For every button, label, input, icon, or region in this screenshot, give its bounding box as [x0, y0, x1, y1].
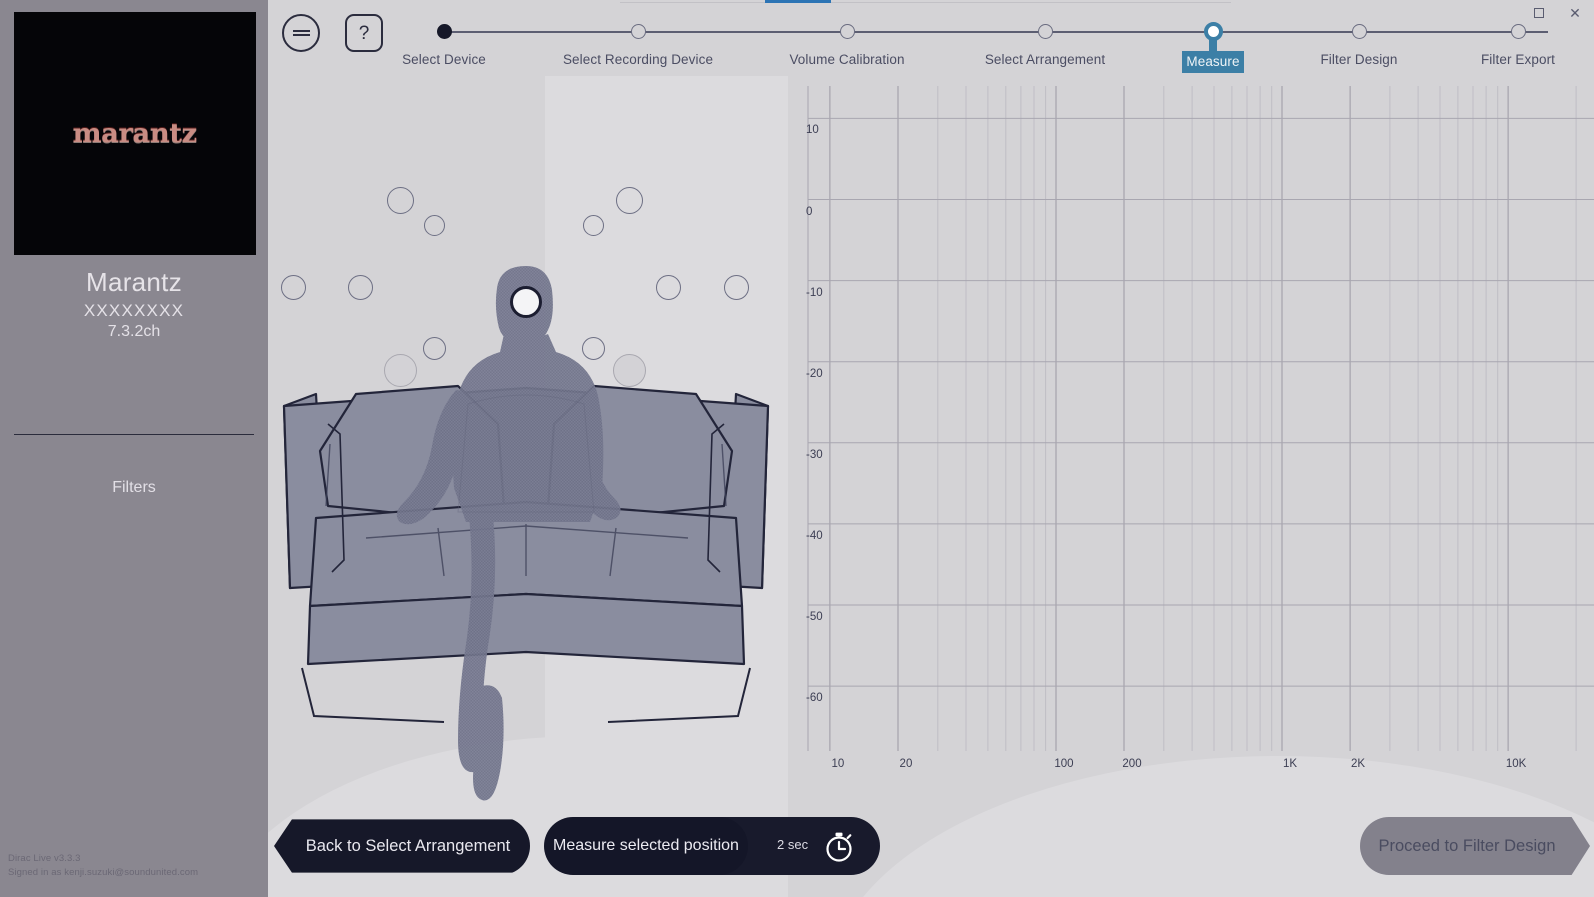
plot-gridlines	[807, 86, 1594, 751]
back-to-select-arrangement-button[interactable]: Back to Select Arrangement	[274, 819, 530, 873]
step-dot	[1510, 24, 1526, 39]
dirac-live-window: marantz Marantz XXXXXXXX 7.3.2ch Filters…	[0, 0, 1594, 897]
measure-control-group: 2 sec Measure selected position	[544, 817, 880, 875]
y-axis-tick-label: 10	[806, 124, 819, 137]
signed-in-account: Signed in as kenji.suzuki@soundunited.co…	[8, 867, 199, 879]
mic-right-sofa-1[interactable]	[612, 353, 646, 387]
x-axis-tick-label: 20	[899, 758, 913, 770]
step-label: Volume Calibration	[789, 52, 905, 67]
device-model: XXXXXXXX	[83, 300, 185, 320]
bottombar: Back to Select Arrangement 2 sec Measure…	[268, 805, 1594, 897]
workflow-stepper: Select Device Select Recording Device Volu…	[398, 0, 1594, 76]
mic-left-sofa-2[interactable]	[422, 336, 446, 360]
y-axis-tick-label: -60	[806, 692, 823, 705]
mic-left-sofa-1[interactable]	[383, 353, 417, 387]
mic-center-head[interactable]	[510, 286, 542, 318]
question-mark-icon: ?	[358, 22, 370, 44]
mic-left-mid-2[interactable]	[347, 274, 373, 300]
app-version: Dirac Live v3.3.3	[8, 852, 81, 864]
proceed-to-filter-design-button[interactable]: Proceed to Filter Design	[1360, 817, 1590, 875]
y-axis-tick-label: -30	[806, 448, 823, 461]
x-axis-tick-label: 2K	[1351, 758, 1366, 770]
y-axis-tick-label: -40	[806, 529, 823, 542]
step-label: Select Arrangement	[984, 52, 1106, 67]
step-label: Filter Export	[1480, 52, 1556, 67]
timer-delay-value: 2 sec	[777, 837, 809, 852]
topbar: ? Select Device Select Recording Device Vo…	[268, 0, 1594, 76]
sidebar: marantz Marantz XXXXXXXX 7.3.2ch Filters…	[0, 0, 268, 897]
step-dot	[1037, 24, 1053, 39]
step-dot	[1203, 22, 1223, 41]
sidebar-divider	[14, 434, 254, 435]
step-dot	[839, 24, 855, 39]
mic-right-mid-1[interactable]	[655, 274, 681, 300]
brand-logo-box: marantz	[14, 12, 256, 255]
y-axis-tick-label: -20	[806, 367, 823, 380]
y-axis-tick-label: 0	[806, 205, 813, 218]
device-channels: 7.3.2ch	[107, 322, 161, 340]
sidebar-item-filters[interactable]: Filters	[0, 474, 268, 502]
step-dot	[436, 24, 452, 39]
room-arrangement-pane	[268, 76, 788, 897]
x-axis-tick-label: 10	[831, 758, 845, 770]
step-dot	[630, 24, 646, 39]
mic-left-upper-1[interactable]	[386, 186, 414, 214]
mic-right-upper-2[interactable]	[582, 214, 604, 236]
close-icon[interactable]: ✕	[1568, 6, 1582, 20]
room-illustration	[282, 266, 770, 801]
device-info: Marantz XXXXXXXX 7.3.2ch	[0, 267, 268, 341]
device-name: Marantz	[85, 267, 183, 297]
stopwatch-icon[interactable]	[822, 829, 856, 863]
y-axis-tick-label: -50	[806, 611, 823, 624]
mic-right-mid-2[interactable]	[723, 274, 749, 300]
mic-left-mid-1[interactable]	[280, 274, 306, 300]
step-label: Select Device	[402, 52, 486, 67]
measurement-chart-pane: 10 0 -10 -20 -30 -40 -50 -60 10 20 100 200 1K 2K 10K	[788, 76, 1594, 897]
menu-button[interactable]	[282, 14, 320, 52]
x-axis-tick-label: 1K	[1282, 758, 1298, 770]
measure-selected-position-button[interactable]: Measure selected position	[544, 817, 748, 875]
hamburger-icon	[292, 28, 310, 38]
step-label: Measure	[1182, 51, 1244, 73]
window-controls: ✕	[1532, 0, 1582, 26]
stepper-track	[444, 31, 1548, 33]
x-axis-tick-label: 10K	[1505, 758, 1527, 770]
app-version-block: Dirac Live v3.3.3 Signed in as kenji.suz…	[8, 852, 198, 881]
x-axis-tick-label: 100	[1054, 758, 1074, 770]
step-dot	[1351, 24, 1367, 39]
y-axis-tick-label: -10	[806, 286, 823, 299]
maximize-icon[interactable]	[1532, 6, 1546, 20]
mic-right-sofa-2[interactable]	[581, 336, 605, 360]
x-axis-tick-label: 200	[1122, 758, 1142, 770]
help-button[interactable]: ?	[345, 14, 383, 52]
frequency-response-plot[interactable]: 10 0 -10 -20 -30 -40 -50 -60 10 20 100 200 1K 2K 10K	[800, 86, 1594, 770]
mic-left-upper-2[interactable]	[423, 214, 445, 236]
brand-logo-text: marantz	[72, 118, 198, 149]
step-label: Select Recording Device	[562, 52, 714, 67]
mic-right-upper-1[interactable]	[615, 186, 643, 214]
